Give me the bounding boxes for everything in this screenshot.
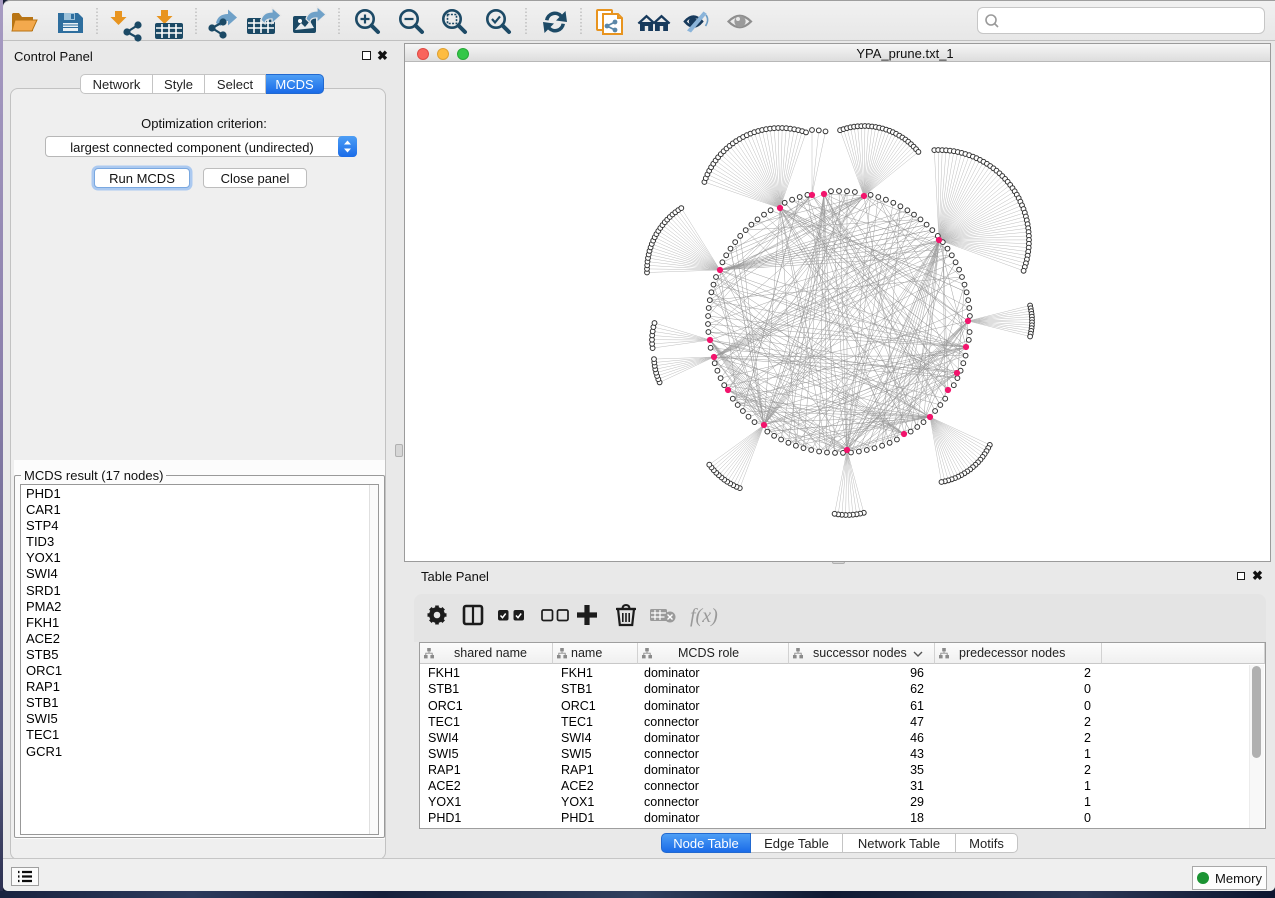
svg-text:f(x): f(x) — [690, 605, 718, 627]
